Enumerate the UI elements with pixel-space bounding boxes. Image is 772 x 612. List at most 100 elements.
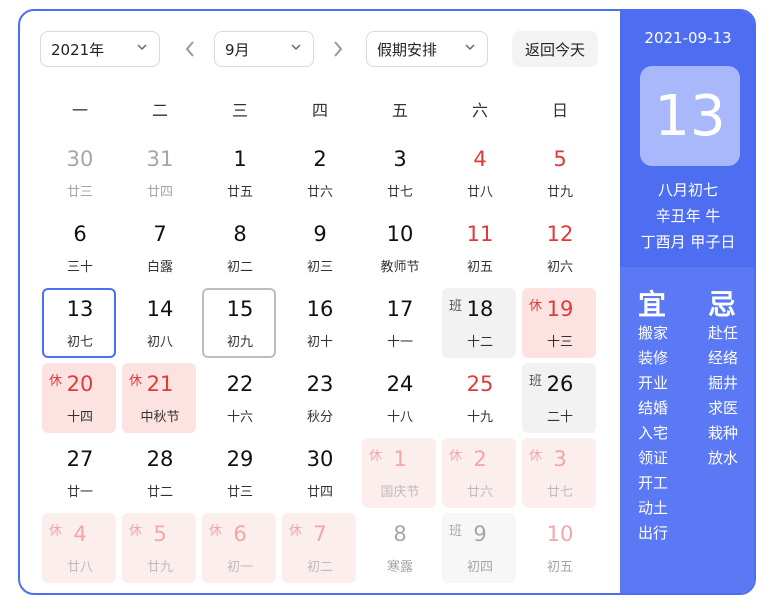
calendar-day-cell[interactable]: 12 初六	[520, 211, 600, 286]
day-number: 2	[473, 447, 487, 471]
weekday-label: 二	[151, 101, 168, 120]
chevron-down-icon	[465, 44, 475, 51]
day-number: 22	[226, 372, 254, 396]
holiday-select-value: 假期安排	[377, 40, 438, 59]
ji-item: 栽种	[708, 424, 739, 442]
lunar-label: 廿三	[226, 485, 253, 500]
calendar-day-cell[interactable]: 13 初七	[40, 286, 120, 361]
calendar-day-cell[interactable]: 4 廿八	[440, 136, 520, 211]
calendar-day-cell[interactable]: 6 三十	[40, 211, 120, 286]
calendar-day-cell[interactable]: 休 19 十三	[520, 286, 600, 361]
holiday-select[interactable]: 假期安排	[366, 31, 488, 67]
lunar-label: 廿八	[66, 560, 93, 575]
day-number: 26	[546, 372, 574, 396]
yi-item: 领证	[638, 449, 669, 467]
calendar-day-cell[interactable]: 休 1 国庆节	[360, 436, 440, 511]
lunar-label: 廿二	[146, 485, 173, 500]
calendar-day-cell[interactable]: 17 十一	[360, 286, 440, 361]
calendar-day-cell[interactable]: 休 2 廿六	[440, 436, 520, 511]
calendar-day-cell[interactable]: 班 9 初四	[440, 511, 520, 586]
lunar-label: 十二	[466, 335, 493, 350]
day-number: 9	[473, 522, 487, 546]
calendar-day-cell[interactable]: 3 廿七	[360, 136, 440, 211]
calendar-day-cell[interactable]: 休 3 廿七	[520, 436, 600, 511]
calendar-day-cell[interactable]: 休 6 初一	[200, 511, 280, 586]
lunar-label: 初一	[226, 560, 253, 575]
calendar-day-cell[interactable]: 16 初十	[280, 286, 360, 361]
calendar-day-cell[interactable]: 31 廿四	[120, 136, 200, 211]
day-number: 31	[146, 147, 174, 171]
back-to-today-button[interactable]: 返回今天	[512, 31, 598, 67]
calendar-day-cell[interactable]: 班 26 二十	[520, 361, 600, 436]
lunar-label: 二十	[546, 410, 573, 425]
calendar-day-cell[interactable]: 7 白露	[120, 211, 200, 286]
day-number: 7	[153, 222, 167, 246]
calendar-day-cell[interactable]: 班 18 十二	[440, 286, 520, 361]
calendar-day-cell[interactable]: 2 廿六	[280, 136, 360, 211]
day-number: 13	[66, 297, 94, 321]
calendar-day-cell[interactable]: 30 廿三	[40, 136, 120, 211]
ji-list: 赴任 经络 掘井 求医 栽种 放水	[708, 321, 738, 471]
calendar-day-cell[interactable]: 8 寒露	[360, 511, 440, 586]
lunar-label: 十三	[546, 335, 573, 350]
day-number: 30	[66, 147, 94, 171]
lunar-label: 三十	[66, 260, 93, 275]
calendar-day-cell[interactable]: 5 廿九	[520, 136, 600, 211]
yi-item: 动土	[638, 499, 669, 517]
day-number: 19	[546, 297, 574, 321]
calendar-day-cell[interactable]: 14 初八	[120, 286, 200, 361]
calendar-day-cell[interactable]: 10 初五	[520, 511, 600, 586]
calendar-day-cell[interactable]: 29 廿三	[200, 436, 280, 511]
calendar-day-cell[interactable]: 22 十六	[200, 361, 280, 436]
calendar-day-cell[interactable]: 休 20 十四	[40, 361, 120, 436]
calendar-day-cell[interactable]: 28 廿二	[120, 436, 200, 511]
lunar-label: 初十	[306, 335, 333, 350]
day-number: 27	[66, 447, 94, 471]
chevron-down-icon	[291, 44, 301, 51]
calendar-day-cell[interactable]: 9 初三	[280, 211, 360, 286]
month-select[interactable]: 9月	[214, 31, 314, 67]
lunar-label: 初九	[226, 335, 253, 350]
yi-item: 结婚	[638, 399, 669, 417]
weekday-label: 五	[391, 101, 408, 120]
calendar-day-cell[interactable]: 休 7 初二	[280, 511, 360, 586]
day-number: 7	[313, 522, 327, 546]
day-number: 25	[466, 372, 494, 396]
next-month-button[interactable]	[330, 39, 346, 59]
month-select-value: 9月	[225, 40, 250, 59]
calendar-day-cell[interactable]: 11 初五	[440, 211, 520, 286]
calendar-day-cell[interactable]: 休 21 中秋节	[120, 361, 200, 436]
chevron-right-icon	[334, 41, 343, 57]
calendar-day-cell[interactable]: 8 初二	[200, 211, 280, 286]
lunar-label: 教师节	[380, 260, 420, 275]
yi-item: 装修	[638, 349, 669, 367]
calendar-day-cell[interactable]: 30 廿四	[280, 436, 360, 511]
day-number: 23	[306, 372, 334, 396]
year-select[interactable]: 2021年	[40, 31, 160, 67]
day-number: 29	[226, 447, 254, 471]
calendar-main: 2021年 9月 假期安排 返回今天 一二三四五六日 30 廿三 31 廿四 1 廿五 2 廿…	[20, 11, 620, 593]
ji-item: 赴任	[708, 324, 739, 342]
year-select-value: 2021年	[51, 40, 105, 59]
calendar-day-cell[interactable]: 23 秋分	[280, 361, 360, 436]
calendar-day-cell[interactable]: 25 十九	[440, 361, 520, 436]
day-number: 20	[66, 372, 94, 396]
lunar-label: 白露	[146, 260, 173, 275]
calendar-day-cell[interactable]: 27 廿一	[40, 436, 120, 511]
weekday-header: 一二三四五六日	[40, 96, 600, 126]
prev-month-button[interactable]	[182, 39, 198, 59]
yi-title: 宜	[638, 288, 667, 321]
calendar-day-cell[interactable]: 10 教师节	[360, 211, 440, 286]
calendar-day-cell[interactable]: 休 5 廿九	[120, 511, 200, 586]
day-number: 12	[546, 222, 574, 246]
calendar-day-cell[interactable]: 休 4 廿八	[40, 511, 120, 586]
calendar-day-cell[interactable]: 15 初九	[200, 286, 280, 361]
weekday-label: 六	[471, 101, 488, 120]
day-number: 1	[393, 447, 407, 471]
day-number: 14	[146, 297, 174, 321]
day-detail-panel: 2021-09-13 13 八月初七 辛丑年 牛 丁酉月 甲子日 宜 忌 搬家装…	[620, 11, 754, 593]
day-number: 16	[306, 297, 334, 321]
day-number: 30	[306, 447, 334, 471]
calendar-day-cell[interactable]: 1 廿五	[200, 136, 280, 211]
calendar-day-cell[interactable]: 24 十八	[360, 361, 440, 436]
